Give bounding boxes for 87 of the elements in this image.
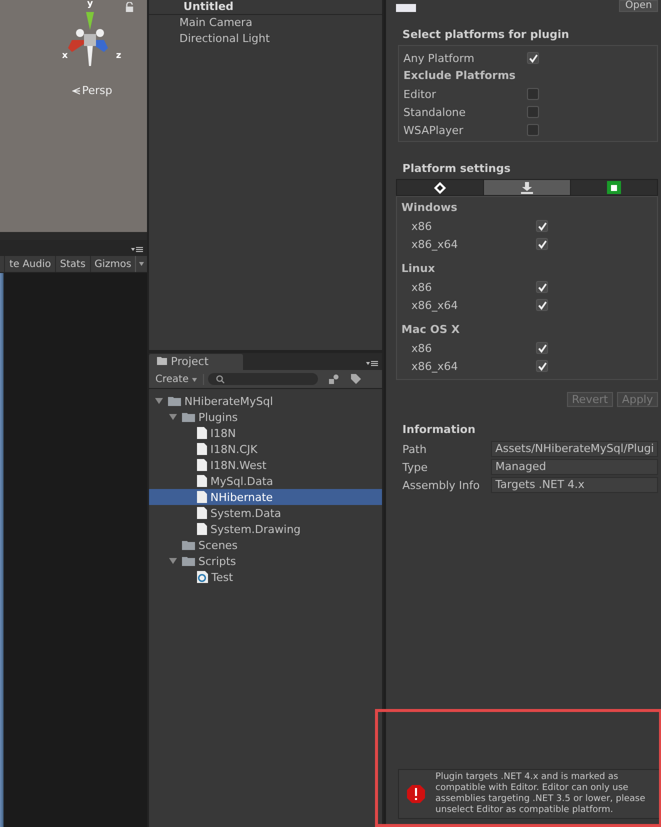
project-tab[interactable]: Project: [149, 354, 244, 370]
tree-item[interactable]: NHiberateMySql: [149, 393, 382, 409]
option-label: x86_x64: [410, 238, 459, 250]
axis-gizmo-drawing[interactable]: y x z: [58, 0, 138, 72]
platform-tab[interactable]: [396, 179, 484, 196]
folder-icon: [182, 540, 196, 550]
tree-item[interactable]: I18N.West: [149, 457, 382, 473]
panel-menu-icon[interactable]: [131, 246, 144, 253]
checkbox[interactable]: [536, 238, 548, 250]
store-icon: [607, 181, 622, 194]
group-title: Windows: [401, 200, 458, 216]
scene-title[interactable]: Untitled: [183, 0, 234, 13]
tag-icon[interactable]: [350, 373, 362, 385]
folder-icon: [182, 412, 196, 422]
checkbox[interactable]: [527, 106, 540, 118]
checkbox[interactable]: [536, 360, 548, 372]
checkbox[interactable]: [527, 52, 540, 64]
folder-icon: [168, 396, 182, 406]
folder-icon: [182, 556, 196, 566]
option-label: x86: [410, 342, 433, 354]
checkbox[interactable]: [527, 88, 540, 100]
document-icon: [197, 491, 208, 503]
dropdown-button[interactable]: [135, 256, 148, 272]
projection-toggle[interactable]: Persp: [72, 84, 112, 97]
folder-icon: [157, 357, 168, 365]
open-button[interactable]: Open: [619, 0, 658, 12]
tree-item[interactable]: I18N: [149, 425, 382, 441]
tree-item[interactable]: Test: [149, 569, 382, 585]
document-icon: [197, 459, 208, 471]
search-icon: [216, 374, 225, 384]
checkbox[interactable]: [536, 299, 548, 311]
group-title: Linux: [401, 261, 436, 277]
tree-item[interactable]: Scenes: [149, 537, 382, 553]
option-label: x86: [410, 220, 433, 232]
platform-tab[interactable]: [484, 179, 572, 196]
script-icon: [197, 571, 208, 583]
error-icon: [407, 785, 426, 803]
option-label: x86_x64: [410, 298, 459, 312]
document-icon: [197, 443, 208, 455]
field-label: Assembly Info: [402, 478, 481, 492]
tree-item[interactable]: System.Data: [149, 505, 382, 521]
checkbox[interactable]: [527, 124, 540, 136]
download-icon: [521, 182, 534, 194]
section-title: Select platforms for plugin: [402, 28, 570, 41]
group-title: Mac OS X: [401, 322, 461, 338]
readonly-field: Assets/NHiberateMySql/Plugi: [491, 441, 658, 457]
option-label: x86_x64: [410, 360, 459, 372]
platform-tab[interactable]: [571, 179, 658, 196]
document-icon: [197, 507, 208, 519]
caret-icon: [192, 378, 197, 382]
checkbox[interactable]: [536, 220, 548, 232]
shapes-icon[interactable]: [328, 374, 340, 384]
asset-icon: [396, 4, 416, 12]
tree-item[interactable]: NHibernate: [149, 489, 382, 505]
document-icon: [197, 475, 208, 487]
checkbox[interactable]: [536, 281, 548, 293]
search-field[interactable]: [208, 373, 318, 385]
checkbox[interactable]: [536, 342, 548, 354]
tree-item[interactable]: System.Drawing: [149, 521, 382, 537]
perspective-icon: [72, 86, 80, 94]
hierarchy-item[interactable]: Directional Light: [149, 31, 382, 47]
hierarchy-item[interactable]: Main Camera: [149, 15, 382, 31]
field-label: Type: [402, 460, 429, 474]
group-title: Exclude Platforms: [403, 68, 517, 84]
expanded-arrow-icon[interactable]: [169, 557, 178, 565]
caret-icon: [139, 262, 144, 266]
tree-item[interactable]: Scripts: [149, 553, 382, 569]
section-title: Information: [402, 423, 476, 436]
readonly-field: Managed: [491, 459, 658, 475]
field-label: Path: [402, 442, 428, 456]
tree-item[interactable]: Plugins: [149, 409, 382, 425]
tree-item[interactable]: MySql.Data: [149, 473, 382, 489]
section-title: Platform settings: [402, 162, 512, 175]
option-label: Any Platform: [403, 52, 476, 64]
option-label: x86: [410, 280, 433, 294]
document-icon: [197, 427, 208, 439]
option-label: WSAPlayer: [403, 124, 464, 136]
option-label: Standalone: [403, 106, 467, 118]
cube-logo-icon: [434, 182, 446, 194]
document-icon: [197, 523, 208, 535]
option-label: Editor: [403, 88, 437, 100]
readonly-field: Targets .NET 4.x: [491, 477, 658, 493]
panel-menu-icon[interactable]: [366, 360, 378, 367]
error-message: Plugin targets .NET 4.x and is marked as compatible with Editor. Editor can only use assemblies targeting .NET 3.5 or lower, please unselect Editor as compatible platform.: [435, 772, 646, 816]
tree-item[interactable]: I18N.CJK: [149, 441, 382, 457]
lock-icon[interactable]: [125, 2, 134, 13]
create-dropdown[interactable]: Create: [149, 374, 204, 384]
